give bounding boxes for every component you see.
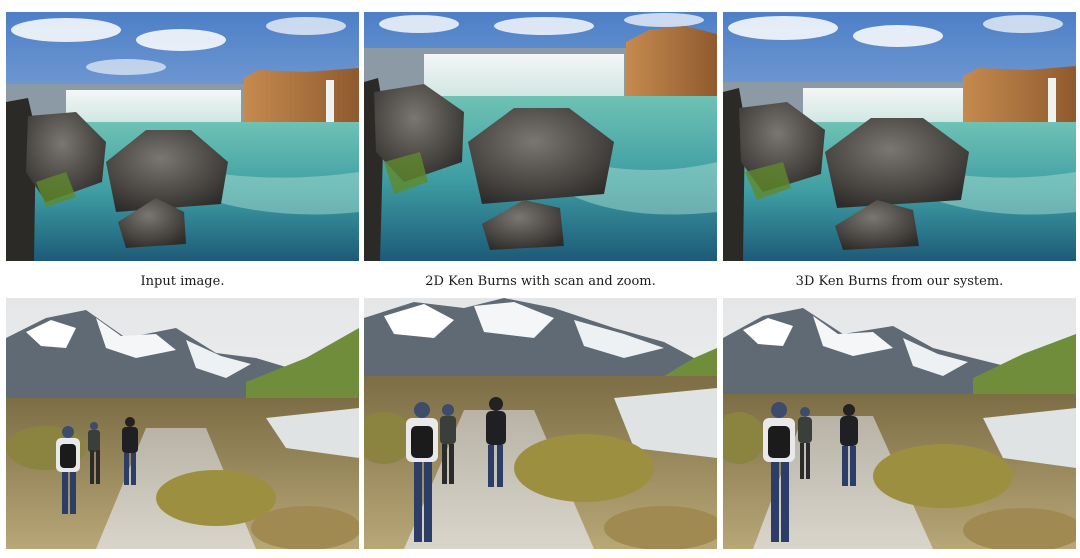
waterfall-input-image (6, 12, 359, 261)
waterfall-2d-ken-burns-image (364, 12, 717, 261)
mountain-3d-ken-burns-image (723, 298, 1076, 549)
mountain-input-image (6, 298, 359, 549)
caption-3d-ken-burns: 3D Ken Burns from our system. (795, 274, 1004, 289)
caption-input-image: Input image. (140, 274, 225, 289)
waterfall-3d-ken-burns-image (723, 12, 1076, 261)
mountain-2d-ken-burns-image (364, 298, 717, 549)
caption-2d-ken-burns: 2D Ken Burns with scan and zoom. (425, 274, 656, 289)
